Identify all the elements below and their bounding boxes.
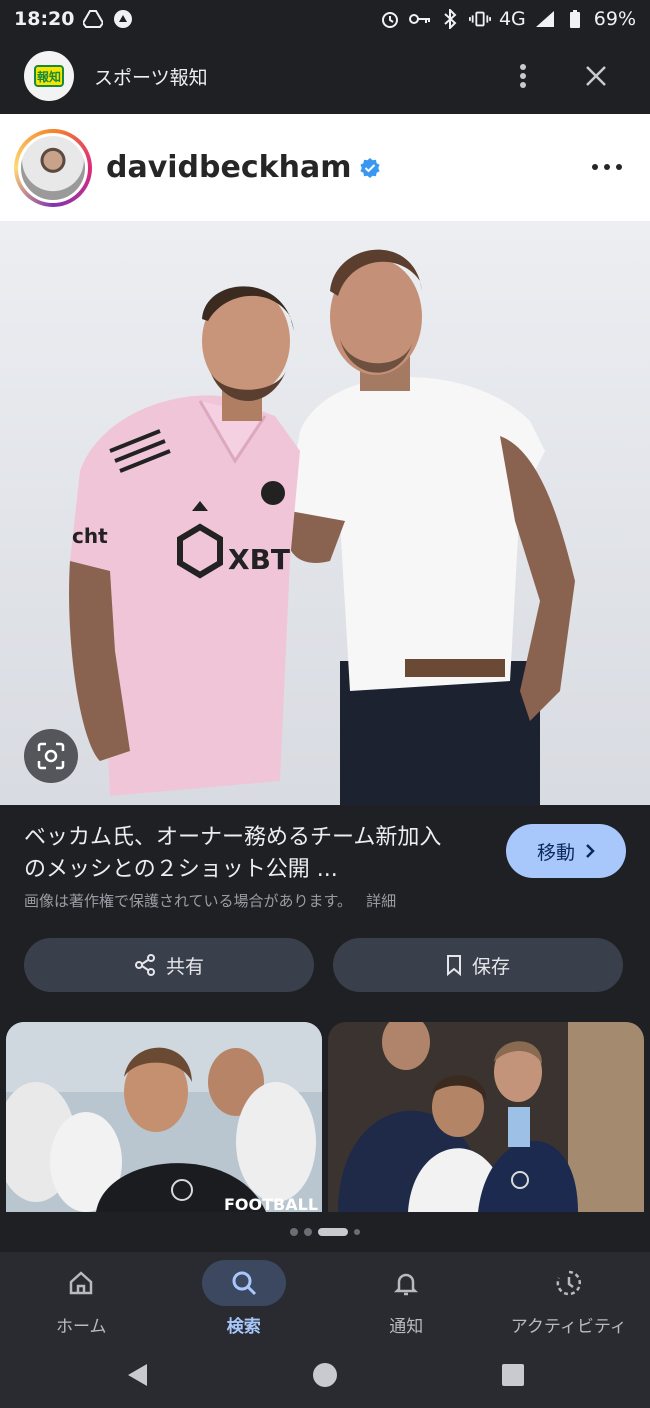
visit-label: 移動 xyxy=(536,841,575,864)
related-image-2[interactable] xyxy=(328,1022,644,1212)
share-button[interactable]: 共有 xyxy=(24,938,314,992)
nav-home[interactable]: ホーム xyxy=(0,1252,163,1342)
bell-icon xyxy=(394,1273,419,1296)
share-icon xyxy=(134,954,155,976)
photo-illustration: XBT cht xyxy=(0,221,650,805)
carousel-dot xyxy=(304,1228,312,1236)
related-image-2-illustration xyxy=(328,1022,644,1212)
related-image-1[interactable]: FOOTBALL xyxy=(6,1022,322,1212)
instagram-post-header: davidbeckham xyxy=(0,114,650,221)
post-more-icon[interactable] xyxy=(590,152,624,182)
close-button[interactable] xyxy=(576,56,616,96)
result-title-line2: のメッシとの２ショット公開 ... xyxy=(24,857,338,882)
details-link[interactable]: 詳細 xyxy=(366,892,396,910)
copyright-text: 画像は著作権で保護されている場合があります。 xyxy=(24,892,353,910)
save-button[interactable]: 保存 xyxy=(333,938,623,992)
vpn-key-icon xyxy=(408,8,431,30)
nav-notifications[interactable]: 通知 xyxy=(325,1252,488,1342)
result-title[interactable]: ベッカム氏、オーナー務めるチーム新加入 のメッシとの２ショット公開 ... xyxy=(24,822,494,886)
related-image-1-illustration: FOOTBALL xyxy=(6,1022,322,1212)
home-system-button[interactable] xyxy=(308,1358,342,1392)
result-image[interactable]: XBT cht xyxy=(0,221,650,805)
carousel-dot xyxy=(354,1229,360,1235)
jersey-sponsor-text: XBT xyxy=(228,543,290,576)
home-icon xyxy=(70,1271,93,1295)
close-icon xyxy=(586,66,606,86)
search-icon xyxy=(232,1271,256,1296)
back-triangle-icon xyxy=(128,1364,147,1386)
status-bar: 18:20 4G 69% xyxy=(0,0,650,38)
battery-icon xyxy=(564,8,586,30)
google-lens-button[interactable] xyxy=(24,729,78,783)
instagram-username[interactable]: davidbeckham xyxy=(106,150,351,185)
recents-square-icon xyxy=(502,1364,524,1386)
bottom-navigation: ホーム 検索 通知 アクティビティ xyxy=(0,1252,650,1342)
status-time: 18:20 xyxy=(14,8,75,30)
carousel-indicator xyxy=(0,1226,650,1238)
share-label: 共有 xyxy=(165,955,204,978)
more-options-button[interactable] xyxy=(503,56,543,96)
site-logo-text: 報知 xyxy=(34,65,64,87)
nav-activity-label: アクティビティ xyxy=(510,1317,627,1337)
jersey-side-text: cht xyxy=(72,524,108,548)
nav-activity[interactable]: アクティビティ xyxy=(488,1252,650,1342)
nav-search[interactable]: 検索 xyxy=(163,1252,326,1342)
chevron-right-icon xyxy=(586,844,595,858)
save-label: 保存 xyxy=(471,955,510,978)
recents-button[interactable] xyxy=(496,1358,530,1392)
nav-home-label: ホーム xyxy=(56,1317,107,1337)
app-notification-icon xyxy=(112,8,134,30)
nav-search-label: 検索 xyxy=(226,1317,261,1337)
bluetooth-icon xyxy=(439,8,461,30)
network-type: 4G xyxy=(498,8,526,30)
vibrate-icon xyxy=(468,8,491,30)
profile-avatar[interactable] xyxy=(14,128,92,207)
copyright-notice: 画像は著作権で保護されている場合があります。 詳細 xyxy=(24,890,396,911)
carousel-dot xyxy=(290,1228,298,1236)
back-button[interactable] xyxy=(120,1358,154,1392)
more-vert-icon xyxy=(520,64,526,88)
verified-badge-icon xyxy=(360,157,381,178)
system-navigation-bar xyxy=(0,1342,650,1408)
thumb1-caption-text: FOOTBALL xyxy=(224,1195,318,1212)
visit-button[interactable]: 移動 xyxy=(506,824,626,878)
custom-tab-header: 報知 スポーツ報知 xyxy=(0,38,650,114)
carousel-dot-active xyxy=(318,1228,348,1236)
lens-icon xyxy=(37,742,65,770)
result-title-line1: ベッカム氏、オーナー務めるチーム新加入 xyxy=(24,825,442,850)
nav-notifications-label: 通知 xyxy=(389,1317,424,1337)
site-title: スポーツ報知 xyxy=(94,66,208,89)
drive-icon xyxy=(82,8,104,30)
signal-icon xyxy=(534,8,556,30)
battery-level: 69% xyxy=(593,8,636,30)
avatar-image xyxy=(18,132,88,203)
home-circle-icon xyxy=(313,1363,337,1387)
activity-history-icon xyxy=(556,1270,581,1296)
alarm-icon xyxy=(379,8,401,30)
site-logo[interactable]: 報知 xyxy=(24,51,74,101)
bookmark-icon xyxy=(446,955,461,976)
